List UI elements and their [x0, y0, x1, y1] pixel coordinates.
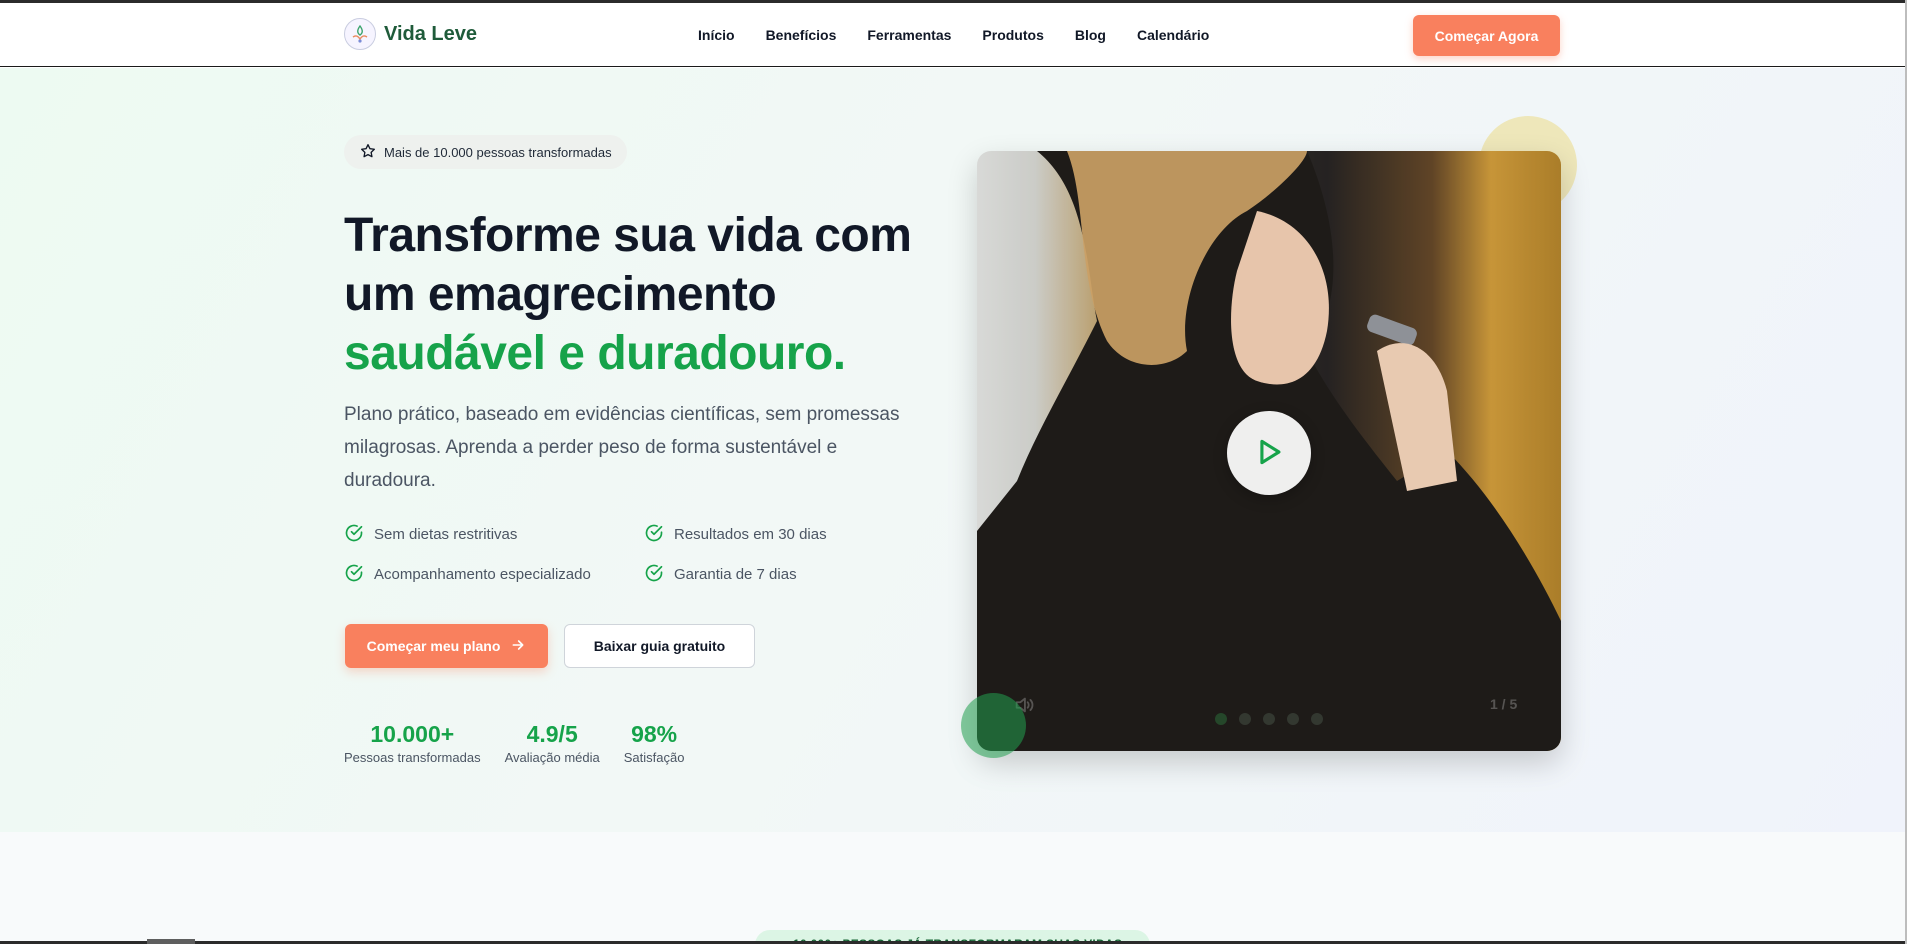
- stat-label: Satisfação: [623, 750, 685, 765]
- headline-line-2: um emagrecimento: [344, 268, 777, 321]
- stat-label: Pessoas transformadas: [344, 750, 481, 765]
- stat-item: 10.000+ Pessoas transformadas: [344, 720, 481, 765]
- decorative-green-circle: [961, 693, 1026, 758]
- start-plan-button[interactable]: Começar meu plano: [345, 624, 548, 668]
- check-circle-icon: [344, 523, 364, 547]
- check-circle-icon: [344, 563, 364, 587]
- slide-dot[interactable]: [1215, 713, 1227, 725]
- start-plan-label: Começar meu plano: [366, 638, 501, 654]
- play-icon: [1252, 435, 1286, 472]
- nav-link-inicio[interactable]: Início: [698, 27, 735, 43]
- logo-icon: [344, 18, 376, 50]
- play-button[interactable]: [1227, 411, 1311, 495]
- stat-item: 4.9/5 Avaliação média: [505, 720, 600, 765]
- stat-item: 98% Satisfação: [624, 720, 685, 765]
- stat-label: Avaliação média: [504, 750, 600, 765]
- feature-label: Garantia de 7 dias: [674, 566, 797, 583]
- nav-link-ferramentas[interactable]: Ferramentas: [867, 27, 951, 43]
- feature-label: Acompanhamento especializado: [374, 566, 591, 583]
- hero-headline: Transforme sua vida com um emagrecimento…: [344, 206, 944, 383]
- feature-label: Resultados em 30 dias: [674, 526, 827, 543]
- arrow-right-icon: [510, 637, 526, 656]
- feature-item: Resultados em 30 dias: [644, 524, 844, 545]
- slide-indicators: [1215, 713, 1323, 725]
- section-pill: 10.000+ PESSOAS JÁ TRANSFORMARAM SUAS VI…: [755, 930, 1150, 941]
- brand-logo[interactable]: Vida Leve: [344, 18, 477, 50]
- start-now-button[interactable]: Começar Agora: [1413, 15, 1560, 56]
- video-card[interactable]: 1 / 5: [977, 151, 1561, 751]
- feature-label: Sem dietas restritivas: [374, 526, 518, 543]
- download-guide-button[interactable]: Baixar guia gratuito: [564, 624, 755, 668]
- stat-value: 98%: [631, 721, 678, 747]
- horizontal-scrollbar-thumb[interactable]: [147, 939, 195, 944]
- headline-line-1: Transforme sua vida com: [344, 209, 912, 262]
- stat-value: 10.000+: [370, 721, 455, 747]
- brand-name: Vida Leve: [384, 22, 478, 45]
- site-header: Vida Leve Início Benefícios Ferramentas …: [0, 3, 1905, 67]
- social-proof-badge: Mais de 10.000 pessoas transformadas: [344, 135, 627, 169]
- testimonials-section: 10.000+ PESSOAS JÁ TRANSFORMARAM SUAS VI…: [0, 832, 1905, 941]
- slide-dot[interactable]: [1239, 713, 1251, 725]
- badge-text: Mais de 10.000 pessoas transformadas: [384, 144, 612, 160]
- nav-link-beneficios[interactable]: Benefícios: [766, 27, 837, 43]
- feature-item: Garantia de 7 dias: [644, 564, 844, 585]
- nav-link-produtos[interactable]: Produtos: [982, 27, 1043, 43]
- hero-section: Mais de 10.000 pessoas transformadas Tra…: [0, 68, 1905, 832]
- check-circle-icon: [644, 523, 664, 547]
- feature-list: Sem dietas restritivas Resultados em 30 …: [344, 524, 844, 585]
- main-nav: Início Benefícios Ferramentas Produtos B…: [698, 27, 1209, 43]
- feature-item: Acompanhamento especializado: [344, 564, 644, 585]
- nav-link-calendario[interactable]: Calendário: [1137, 27, 1209, 43]
- feature-item: Sem dietas restritivas: [344, 524, 644, 545]
- star-icon: [360, 143, 376, 162]
- nav-link-blog[interactable]: Blog: [1075, 27, 1106, 43]
- stat-value: 4.9/5: [526, 721, 578, 747]
- stats-row: 10.000+ Pessoas transformadas 4.9/5 Aval…: [344, 720, 684, 765]
- headline-accent: saudável e duradouro.: [344, 327, 846, 380]
- page-viewport: Vida Leve Início Benefícios Ferramentas …: [0, 3, 1905, 941]
- slide-dot[interactable]: [1263, 713, 1275, 725]
- check-circle-icon: [644, 563, 664, 587]
- slide-dot[interactable]: [1287, 713, 1299, 725]
- slide-counter: 1 / 5: [1490, 696, 1518, 712]
- slide-dot[interactable]: [1311, 713, 1323, 725]
- hero-subtitle: Plano prático, baseado em evidências cie…: [344, 404, 900, 491]
